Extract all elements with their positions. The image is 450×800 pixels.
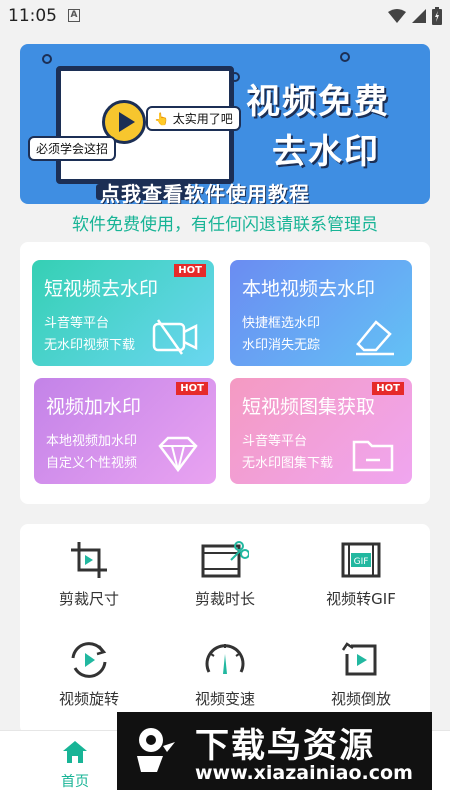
video-off-icon: [152, 319, 198, 355]
feature-card-local-remove-watermark[interactable]: 本地视频去水印 快捷框选水印 水印消失无踪: [230, 260, 412, 366]
battery-icon: [432, 7, 442, 25]
signal-icon: [412, 9, 426, 23]
feature-desc: 本地视频加水印: [46, 434, 138, 449]
nav-home-label: 首页: [61, 774, 89, 790]
watermark-url: www.xiazainiao.com: [195, 762, 413, 784]
hot-badge: HOT: [174, 264, 206, 277]
decor-circle: [340, 52, 350, 62]
tool-rotate-video[interactable]: 视频旋转: [24, 628, 154, 718]
feature-desc: 斗音等平台: [242, 434, 308, 449]
tool-video-speed[interactable]: 视频变速: [160, 628, 290, 718]
watermark-title: 下载鸟资源: [195, 726, 375, 766]
feature-panel: 短视频去水印 HOT 斗音等平台 无水印视频下载 本地视频去水印 快捷框选水印 …: [20, 242, 430, 504]
hot-badge: HOT: [176, 382, 208, 395]
svg-text:GIF: GIF: [354, 557, 369, 567]
tool-label: 视频变速: [194, 690, 255, 708]
tool-label: 视频旋转: [58, 690, 119, 708]
eraser-icon: [356, 320, 394, 356]
tool-video-to-gif[interactable]: GIF 视频转GIF: [296, 528, 426, 618]
feature-desc: 斗音等平台: [44, 316, 110, 331]
banner-subtitle: 去水印: [272, 132, 380, 172]
diamond-icon: [158, 436, 198, 473]
tool-crop-size[interactable]: 剪裁尺寸: [24, 528, 154, 618]
banner-cta: 点我查看软件使用教程: [100, 182, 310, 204]
tool-label: 剪裁时长: [194, 590, 255, 608]
feature-card-video-remove-watermark[interactable]: 短视频去水印 HOT 斗音等平台 无水印视频下载: [32, 260, 214, 366]
status-time: 11:05: [8, 6, 57, 26]
feature-desc: 水印消失无踪: [242, 338, 321, 353]
feature-desc: 快捷框选水印: [242, 316, 321, 331]
watermark-overlay: 下载鸟资源 www.xiazainiao.com: [117, 712, 432, 790]
banner-title: 视频免费: [246, 82, 390, 122]
crop-icon: [71, 542, 107, 578]
notification-a-icon: A: [68, 9, 80, 22]
feature-desc: 自定义个性视频: [46, 456, 138, 471]
feature-title: 短视频去水印: [44, 278, 159, 300]
decor-circle: [42, 54, 52, 64]
feature-desc: 无水印视频下载: [44, 338, 136, 353]
film-cut-icon: [201, 541, 249, 578]
nav-home[interactable]: 首页: [40, 739, 110, 791]
feature-title: 短视频图集获取: [242, 396, 376, 418]
rotate-icon: [71, 642, 107, 678]
tool-label: 视频倒放: [330, 690, 391, 708]
system-icons: [388, 7, 442, 25]
tool-label: 剪裁尺寸: [58, 590, 119, 608]
decor-circle: [230, 72, 240, 82]
gif-icon: GIF: [341, 542, 381, 578]
bird-logo-icon: [137, 728, 175, 772]
feature-desc: 无水印图集下载: [242, 456, 334, 471]
feature-title: 本地视频去水印: [242, 278, 376, 300]
tutorial-banner[interactable]: 👆 太实用了吧 必须学会这招 视频免费 去水印 点我查看软件使用教程: [20, 44, 430, 204]
speech-bubble: 👆 太实用了吧: [146, 106, 241, 131]
feature-title: 视频加水印: [46, 396, 142, 418]
speedometer-icon: [205, 644, 245, 674]
tool-label: 视频转GIF: [326, 590, 396, 608]
wifi-icon: [388, 9, 406, 23]
feature-card-gallery[interactable]: 短视频图集获取 HOT 斗音等平台 无水印图集下载: [230, 378, 412, 484]
folder-icon: [352, 440, 394, 472]
speech-bubble: 必须学会这招: [28, 136, 117, 161]
feature-card-add-watermark[interactable]: 视频加水印 HOT 本地视频加水印 自定义个性视频: [34, 378, 216, 484]
tool-reverse-video[interactable]: 视频倒放: [296, 628, 426, 718]
notice-text: 软件免费使用，有任何闪退请联系管理员: [72, 215, 378, 235]
home-icon: [63, 741, 87, 763]
status-bar: 11:05 A: [0, 0, 450, 32]
tool-trim-duration[interactable]: 剪裁时长: [160, 528, 290, 618]
reverse-icon: [341, 642, 377, 676]
tools-panel: 剪裁尺寸 剪裁时长 GIF 视频转GIF 视频旋转 视频变速 视频倒放: [20, 524, 430, 734]
hot-badge: HOT: [372, 382, 404, 395]
